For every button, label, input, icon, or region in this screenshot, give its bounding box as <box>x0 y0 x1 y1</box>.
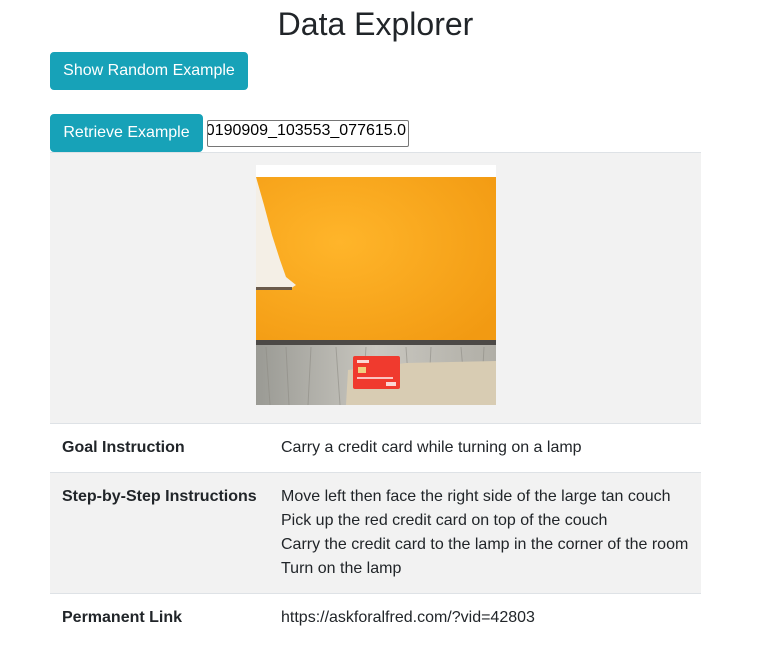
link-row: Permanent Link https://askforalfred.com/… <box>50 593 701 642</box>
scene-image <box>255 165 496 405</box>
permanent-link[interactable]: https://askforalfred.com/?vid=42803 <box>269 593 701 642</box>
step-item: Carry the credit card to the lamp in the… <box>281 536 689 553</box>
example-id-input[interactable]: 20190909_103553_077615.0 <box>207 120 409 147</box>
example-table: Goal Instruction Carry a credit card whi… <box>50 152 701 642</box>
goal-row: Goal Instruction Carry a credit card whi… <box>50 423 701 473</box>
steps-row: Step-by-Step Instructions Move left then… <box>50 472 701 594</box>
show-random-example-button[interactable]: Show Random Example <box>50 52 248 90</box>
steps-list: Move left then face the right side of th… <box>269 472 701 594</box>
step-item: Pick up the red credit card on top of th… <box>281 512 608 529</box>
steps-label: Step-by-Step Instructions <box>50 472 269 594</box>
retrieve-example-button[interactable]: Retrieve Example <box>50 114 203 152</box>
goal-value: Carry a credit card while turning on a l… <box>269 423 701 473</box>
image-row <box>50 152 701 424</box>
step-item: Move left then face the right side of th… <box>281 488 671 505</box>
step-item: Turn on the lamp <box>281 560 402 577</box>
orange-wall <box>255 177 496 340</box>
scene-svg <box>255 165 496 405</box>
link-label: Permanent Link <box>50 593 269 642</box>
page-title: Data Explorer <box>277 6 474 42</box>
goal-label: Goal Instruction <box>50 423 269 473</box>
example-id-value: 20190909_103553_077615.0 <box>207 122 406 139</box>
